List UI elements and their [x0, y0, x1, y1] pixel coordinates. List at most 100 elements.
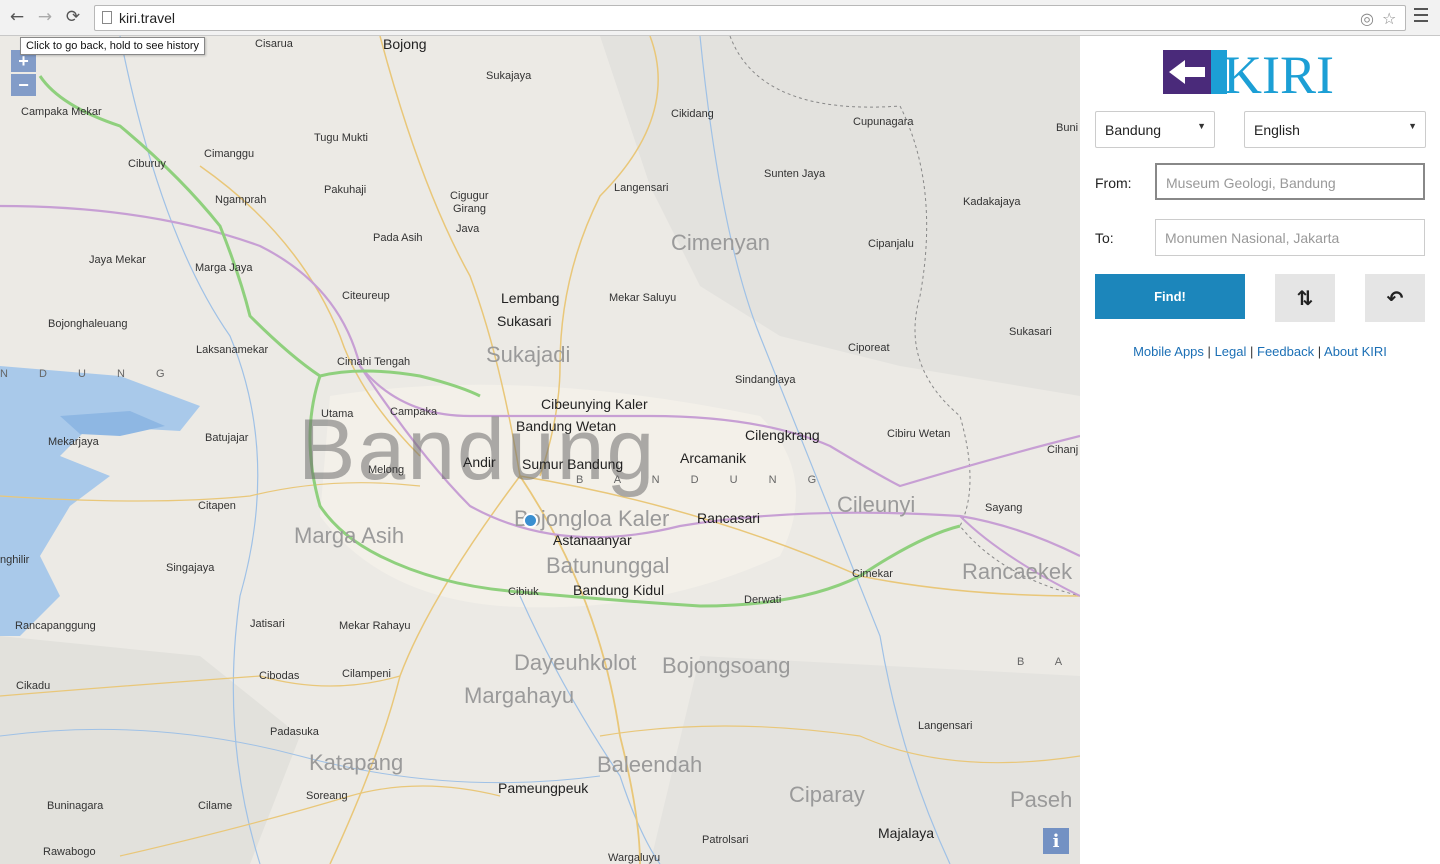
map-place-label: Dayeuhkolot: [514, 650, 637, 675]
chevron-down-icon: ▼: [1408, 121, 1417, 131]
language-select[interactable]: English ▼: [1244, 111, 1426, 148]
link-separator: |: [1250, 344, 1254, 359]
map-place-label: Arcamanik: [680, 450, 747, 466]
map-place-label: Margahayu: [464, 683, 575, 708]
map-place-label: Citapen: [198, 500, 236, 512]
map-place-label: Katapang: [309, 750, 404, 775]
map-place-label: Marga Asih: [294, 523, 405, 548]
feedback-link[interactable]: Feedback: [1257, 344, 1314, 359]
map-place-label: Sukasari: [497, 313, 552, 329]
map-place-label: B A N D U N G: [576, 474, 831, 486]
page-icon: [102, 11, 112, 24]
map-place-label: Cilampeni: [342, 668, 391, 680]
map-place-label: Sumur Bandung: [522, 456, 624, 472]
from-placeholder: Museum Geologi, Bandung: [1166, 175, 1336, 191]
map-place-label: B A N: [1017, 656, 1080, 668]
link-separator: |: [1317, 344, 1322, 359]
map-place-label: Astanaanyar: [553, 532, 632, 548]
bookmark-star-icon[interactable]: ☆: [1382, 9, 1396, 28]
to-input[interactable]: Monumen Nasional, Jakarta: [1155, 219, 1425, 256]
about-link[interactable]: About KIRI: [1324, 344, 1387, 359]
address-bar[interactable]: kiri.travel ◎ ☆: [94, 5, 1406, 31]
browser-toolbar: ← → ⟳ kiri.travel ◎ ☆: [0, 0, 1440, 36]
map-place-label: Ngamprah: [215, 194, 267, 206]
map-place-label: Pakuhaji: [324, 184, 367, 196]
kiri-logo: KIRI: [1163, 46, 1334, 98]
chevron-down-icon: ▼: [1197, 121, 1206, 131]
map-place-label: Singajaya: [166, 562, 215, 574]
back-arrow-icon[interactable]: ←: [6, 6, 28, 28]
map-place-label: Jaya Mekar: [89, 254, 146, 266]
zoom-out-button[interactable]: −: [11, 74, 36, 96]
map-place-label: Rawabogo: [43, 846, 96, 858]
swap-button[interactable]: ⇅: [1275, 274, 1335, 322]
footer-links: Mobile Apps | Legal | Feedback | About K…: [1080, 344, 1440, 359]
map-place-label: Cibiru Wetan: [887, 428, 951, 440]
map-place-label: Cipanjalu: [868, 238, 914, 250]
map-place-label: Langensari: [918, 720, 973, 732]
map-place-label: Bojongsoang: [662, 653, 791, 678]
map-place-label: Padasuka: [270, 726, 319, 738]
location-target-icon[interactable]: ◎: [1360, 9, 1374, 28]
map-place-label: Cileunyi: [837, 492, 916, 517]
from-input[interactable]: Museum Geologi, Bandung: [1155, 163, 1425, 200]
map-place-label: Sukajaya: [486, 70, 532, 82]
map-place-label: Soreang: [306, 790, 348, 802]
map-place-label: Lembang: [501, 290, 560, 306]
map-place-label: Rancasari: [697, 510, 761, 526]
map-place-label: Kadakajaya: [963, 196, 1021, 208]
map-place-label: Sukajadi: [486, 342, 571, 367]
find-button[interactable]: Find!: [1095, 274, 1245, 319]
back-button-tooltip: Click to go back, hold to see history: [20, 37, 206, 55]
browser-menu-icon[interactable]: [1414, 8, 1428, 26]
map-place-label: Ciparay: [789, 782, 865, 807]
map-place-label: Mekar Saluyu: [609, 292, 677, 304]
map-place-label: Mekar Rahayu: [339, 620, 411, 632]
map-place-label: Melong: [368, 464, 405, 476]
map-place-label: Campaka Mekar: [21, 106, 102, 118]
map-place-label: Citeureup: [342, 290, 390, 302]
map-place-label: Girang: [453, 203, 487, 215]
map-place-label: Baleendah: [597, 752, 703, 777]
swap-icon: ⇅: [1296, 286, 1314, 310]
map-place-label: Cimahi Tengah: [337, 356, 411, 368]
map-place-label: Batununggal: [546, 553, 670, 578]
map-place-label: Cimenyan: [671, 230, 771, 255]
map-place-label: Java: [456, 223, 480, 235]
map-place-label: nghilir: [0, 554, 30, 566]
map-place-label: Patrolsari: [702, 834, 749, 846]
map-place-label: Sunten Jaya: [764, 168, 826, 180]
reset-icon: ↶: [1386, 286, 1404, 310]
mobile-apps-link[interactable]: Mobile Apps: [1133, 344, 1204, 359]
map-place-label: Pameungpeuk: [498, 780, 589, 796]
map-place-label: Cibodas: [259, 670, 300, 682]
map-place-label: Bandung Kidul: [573, 582, 665, 598]
map-place-label: Andir: [463, 454, 496, 470]
link-separator: |: [1207, 344, 1211, 359]
to-placeholder: Monumen Nasional, Jakarta: [1165, 230, 1340, 246]
map-place-label: Majalaya: [878, 825, 935, 841]
map-place-label: Rancapanggung: [15, 620, 96, 632]
map-place-label: Derwati: [744, 594, 782, 606]
map-view[interactable]: Cisarua Bojong Sukajaya Campaka Mekar Cikida…: [0, 36, 1080, 864]
forward-arrow-icon[interactable]: →: [34, 6, 56, 28]
info-button[interactable]: i: [1043, 828, 1069, 854]
city-select-value: Bandung: [1105, 122, 1162, 138]
map-place-label: Cikadu: [16, 680, 51, 692]
map-place-label: Buninagara: [47, 800, 104, 812]
map-place-label: Ciporeat: [848, 342, 890, 354]
to-label: To:: [1095, 230, 1114, 246]
map-place-label: Cigugur: [450, 190, 489, 202]
map-place-label: Sayang: [985, 502, 1023, 514]
map-place-label: Cihanj: [1047, 444, 1079, 456]
legal-link[interactable]: Legal: [1215, 344, 1247, 359]
map-place-label: Cibiuk: [508, 586, 539, 598]
reload-icon[interactable]: ⟳: [62, 6, 84, 28]
logo-text: KIRI: [1223, 46, 1334, 98]
url-text[interactable]: kiri.travel: [119, 10, 175, 26]
reset-button[interactable]: ↶: [1365, 274, 1425, 322]
map-place-label: Langensari: [614, 182, 669, 194]
current-location-marker[interactable]: [523, 513, 538, 528]
city-select[interactable]: Bandung ▼: [1095, 111, 1215, 148]
map-place-label: Batujajar: [205, 432, 249, 444]
